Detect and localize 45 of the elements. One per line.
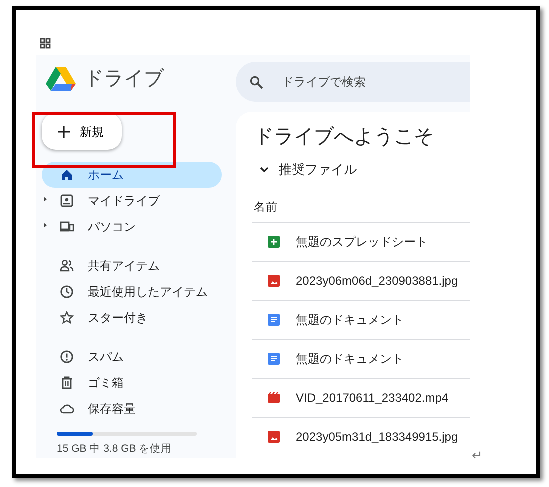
nav-item[interactable]: 保存容量 xyxy=(42,396,222,422)
nav-item[interactable]: ホーム xyxy=(42,162,222,188)
spam-icon xyxy=(60,350,74,364)
file-row[interactable]: 無題のドキュメント xyxy=(252,300,470,338)
search-icon[interactable] xyxy=(250,76,263,89)
search-field[interactable]: ドライブで検索 xyxy=(236,62,470,102)
drive-logo-icon xyxy=(46,66,76,92)
computer-icon xyxy=(60,220,74,234)
image-file-icon xyxy=(268,274,280,286)
people-icon xyxy=(60,259,74,274)
file-row[interactable]: 無題のドキュメント xyxy=(252,338,470,378)
nav-item[interactable]: パソコン xyxy=(42,214,222,240)
page-heading: ドライブへようこそ xyxy=(254,125,435,150)
column-header[interactable]: 名前 xyxy=(254,200,470,222)
nav-item[interactable]: 共有アイテム xyxy=(42,253,222,280)
app-title: ドライブ xyxy=(84,67,164,92)
star-icon xyxy=(60,311,74,326)
expand-arrow-icon[interactable] xyxy=(44,223,47,228)
file-row[interactable]: 無題のスプレッドシート xyxy=(252,222,470,260)
storage-text: 15 GB 中 3.8 GB を使用 xyxy=(57,442,174,458)
plus-icon xyxy=(58,126,70,138)
expand-arrow-icon[interactable] xyxy=(44,197,47,202)
drive-icon xyxy=(60,194,74,208)
image-file-icon xyxy=(268,430,280,442)
nav-item[interactable]: 最近使用したアイテム xyxy=(42,279,222,306)
file-row[interactable]: VID_20170611_233402.mp4 xyxy=(252,378,470,416)
clock-icon xyxy=(60,285,74,300)
home-icon xyxy=(60,168,74,182)
return-mark: ↵ xyxy=(472,447,483,465)
nav-item[interactable]: ゴミ箱 xyxy=(42,370,222,396)
apps-grid-icon[interactable] xyxy=(40,38,51,49)
section-toggle[interactable]: 推奨ファイル xyxy=(260,160,470,180)
spreadsheet-icon xyxy=(268,236,280,248)
file-row[interactable]: 2023y06m06d_230903881.jpg xyxy=(252,260,470,300)
trash-icon xyxy=(60,376,74,390)
nav-item[interactable]: マイドライブ xyxy=(42,188,222,214)
cloud-icon xyxy=(60,402,74,416)
file-row[interactable]: 2023y05m31d_183349915.jpg xyxy=(252,416,470,456)
document-icon xyxy=(268,314,280,326)
nav-item[interactable]: スパム xyxy=(42,344,222,370)
chevron-icon xyxy=(260,166,269,173)
new-button[interactable]: 新規 xyxy=(42,113,122,150)
nav-item[interactable]: スター付き xyxy=(42,305,222,332)
document-icon xyxy=(268,352,280,364)
video-file-icon xyxy=(268,392,280,404)
